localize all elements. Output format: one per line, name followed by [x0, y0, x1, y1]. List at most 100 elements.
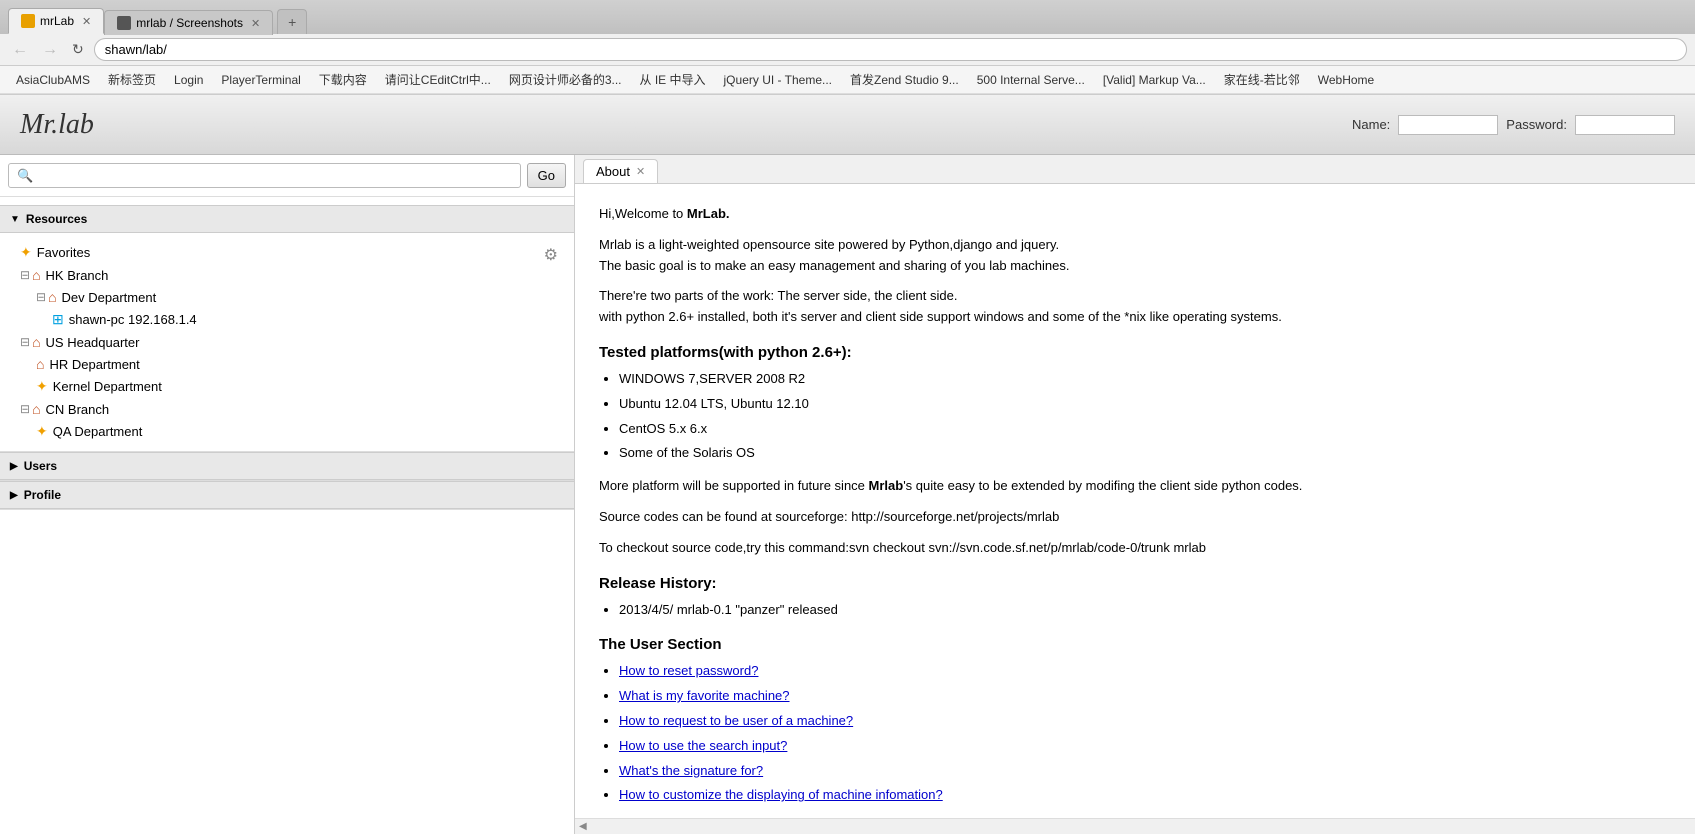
- release-heading: Release History:: [599, 575, 1671, 592]
- reset-password-link[interactable]: How to reset password?: [619, 663, 758, 678]
- tree-node-kernel[interactable]: ✦ Kernel Department: [0, 375, 574, 398]
- releases-list: 2013/4/5/ mrlab-0.1 "panzer" released: [619, 600, 1671, 621]
- resources-label: Resources: [26, 212, 87, 226]
- tab-icon-mrlab: [21, 14, 35, 28]
- dev-house-icon: ⌂: [48, 289, 56, 305]
- bookmark-download[interactable]: 下载内容: [311, 69, 375, 90]
- sidebar-search-bar: Go: [0, 155, 574, 197]
- tree-node-shawnpc[interactable]: ⊞ shawn-pc 192.168.1.4: [0, 308, 574, 331]
- tab-mrlab[interactable]: mrLab ✕: [8, 8, 104, 34]
- tree-node-hr[interactable]: ⌂ HR Department: [0, 353, 574, 375]
- profile-section: ▶ Profile: [0, 481, 574, 510]
- reload-button[interactable]: ↻: [68, 39, 88, 60]
- tree-node-favorites[interactable]: ✦ Favorites: [0, 241, 536, 264]
- tab-label-screenshots: mrlab / Screenshots: [136, 16, 243, 30]
- new-tab-button[interactable]: +: [277, 9, 307, 34]
- search-input-link[interactable]: How to use the search input?: [619, 738, 787, 753]
- user-link-1[interactable]: How to reset password?: [619, 661, 1671, 682]
- about-tab-close[interactable]: ✕: [636, 165, 645, 178]
- nav-bar: ← → ↻: [0, 34, 1695, 66]
- profile-arrow: ▶: [10, 490, 18, 501]
- us-minus-icon: ⊟: [20, 335, 30, 349]
- bookmark-login[interactable]: Login: [166, 71, 211, 89]
- bookmark-zend[interactable]: 首发Zend Studio 9...: [842, 69, 967, 90]
- address-bar[interactable]: [94, 38, 1687, 61]
- qa-star-icon: ✦: [36, 423, 48, 440]
- bookmark-webhome[interactable]: WebHome: [1310, 71, 1382, 89]
- header-auth: Name: Password:: [1352, 115, 1675, 135]
- tree-node-us[interactable]: ⊟ ⌂ US Headquarter: [0, 331, 574, 353]
- user-link-6[interactable]: How to customize the displaying of machi…: [619, 785, 1671, 806]
- intro-text: Hi,Welcome to MrLab.: [599, 204, 1671, 225]
- password-label: Password:: [1506, 117, 1567, 132]
- desc-text2: There're two parts of the work: The serv…: [599, 286, 1671, 328]
- bookmark-ceditctrl[interactable]: 请问让CEditCtrl中...: [377, 69, 499, 90]
- search-input[interactable]: [8, 163, 521, 188]
- back-button[interactable]: ←: [8, 39, 32, 61]
- bookmark-playerterminal[interactable]: PlayerTerminal: [213, 71, 308, 89]
- users-arrow: ▶: [10, 461, 18, 472]
- tree-node-cn[interactable]: ⊟ ⌂ CN Branch: [0, 398, 574, 420]
- more-text2: Source codes can be found at sourceforge…: [599, 507, 1671, 528]
- users-section: ▶ Users: [0, 452, 574, 481]
- signature-link[interactable]: What's the signature for?: [619, 763, 763, 778]
- hk-house-icon: ⌂: [32, 267, 40, 283]
- tree-node-hk[interactable]: ⊟ ⌂ HK Branch: [0, 264, 536, 286]
- desc-text: Mrlab is a light-weighted opensource sit…: [599, 235, 1671, 277]
- tab-icon-screenshots: [117, 16, 131, 30]
- bookmark-AsiaClubAMS[interactable]: AsiaClubAMS: [8, 71, 98, 89]
- scroll-left-icon[interactable]: ◀: [579, 821, 587, 832]
- resources-section-header[interactable]: ▼ Resources: [0, 205, 574, 233]
- customize-link[interactable]: How to customize the displaying of machi…: [619, 787, 943, 802]
- cn-house-icon: ⌂: [32, 401, 40, 417]
- refresh-icon[interactable]: ⚙: [544, 245, 558, 265]
- password-input[interactable]: [1575, 115, 1675, 135]
- tab-close-screenshots[interactable]: ✕: [251, 17, 260, 30]
- bookmark-jquery[interactable]: jQuery UI - Theme...: [716, 71, 840, 89]
- bookmark-home[interactable]: 家在线-若比邻: [1216, 69, 1308, 90]
- platform-item-2: Ubuntu 12.04 LTS, Ubuntu 12.10: [619, 394, 1671, 415]
- request-user-link[interactable]: How to request to be user of a machine?: [619, 713, 853, 728]
- content-tab-about[interactable]: About ✕: [583, 159, 658, 183]
- hk-label: HK Branch: [46, 268, 109, 283]
- bookmark-newtab[interactable]: 新标签页: [100, 69, 164, 90]
- bookmark-webdesign[interactable]: 网页设计师必备的3...: [501, 69, 630, 90]
- profile-section-header[interactable]: ▶ Profile: [0, 481, 574, 509]
- bookmark-500[interactable]: 500 Internal Serve...: [969, 71, 1093, 89]
- user-link-5[interactable]: What's the signature for?: [619, 761, 1671, 782]
- name-label: Name:: [1352, 117, 1390, 132]
- bookmark-ieimport[interactable]: 从 IE 中导入: [632, 69, 714, 90]
- user-link-3[interactable]: How to request to be user of a machine?: [619, 711, 1671, 732]
- user-link-2[interactable]: What is my favorite machine?: [619, 686, 1671, 707]
- shawnpc-label: shawn-pc 192.168.1.4: [69, 312, 197, 327]
- qa-label: QA Department: [53, 424, 143, 439]
- dev-label: Dev Department: [62, 290, 157, 305]
- resources-section: ▼ Resources ⚙ ✦ Favorites ⊟ ⌂ HK Branch: [0, 205, 574, 452]
- cn-minus-icon: ⊟: [20, 402, 30, 416]
- more-text3: To checkout source code,try this command…: [599, 538, 1671, 559]
- resources-content: ⚙ ✦ Favorites ⊟ ⌂ HK Branch ⊟ ⌂ Dev: [0, 233, 574, 451]
- logo-text: Mr.lab: [20, 109, 94, 140]
- more-text1: More platform will be supported in futur…: [599, 476, 1671, 497]
- app-logo: Mr.lab: [20, 109, 94, 141]
- tree-node-dev[interactable]: ⊟ ⌂ Dev Department: [0, 286, 574, 308]
- user-link-4[interactable]: How to use the search input?: [619, 736, 1671, 757]
- kernel-label: Kernel Department: [53, 379, 162, 394]
- name-input[interactable]: [1398, 115, 1498, 135]
- tab-close-mrlab[interactable]: ✕: [82, 15, 91, 28]
- users-section-header[interactable]: ▶ Users: [0, 452, 574, 480]
- tree-node-qa[interactable]: ✦ QA Department: [0, 420, 574, 443]
- bookmark-markup[interactable]: [Valid] Markup Va...: [1095, 71, 1214, 89]
- favorites-label: Favorites: [37, 245, 90, 260]
- forward-button[interactable]: →: [38, 39, 62, 61]
- main-content: About ✕ Hi,Welcome to MrLab. Mrlab is a …: [575, 155, 1695, 834]
- bookmarks-bar: AsiaClubAMS 新标签页 Login PlayerTerminal 下载…: [0, 66, 1695, 94]
- favorites-star-icon: ✦: [20, 244, 32, 261]
- go-button[interactable]: Go: [527, 163, 566, 188]
- favorite-machine-link[interactable]: What is my favorite machine?: [619, 688, 790, 703]
- platform-item-1: WINDOWS 7,SERVER 2008 R2: [619, 369, 1671, 390]
- content-tabs-bar: About ✕: [575, 155, 1695, 184]
- tab-screenshots[interactable]: mrlab / Screenshots ✕: [104, 10, 273, 35]
- scroll-hint-bar: ◀: [575, 818, 1695, 834]
- platform-item-4: Some of the Solaris OS: [619, 443, 1671, 464]
